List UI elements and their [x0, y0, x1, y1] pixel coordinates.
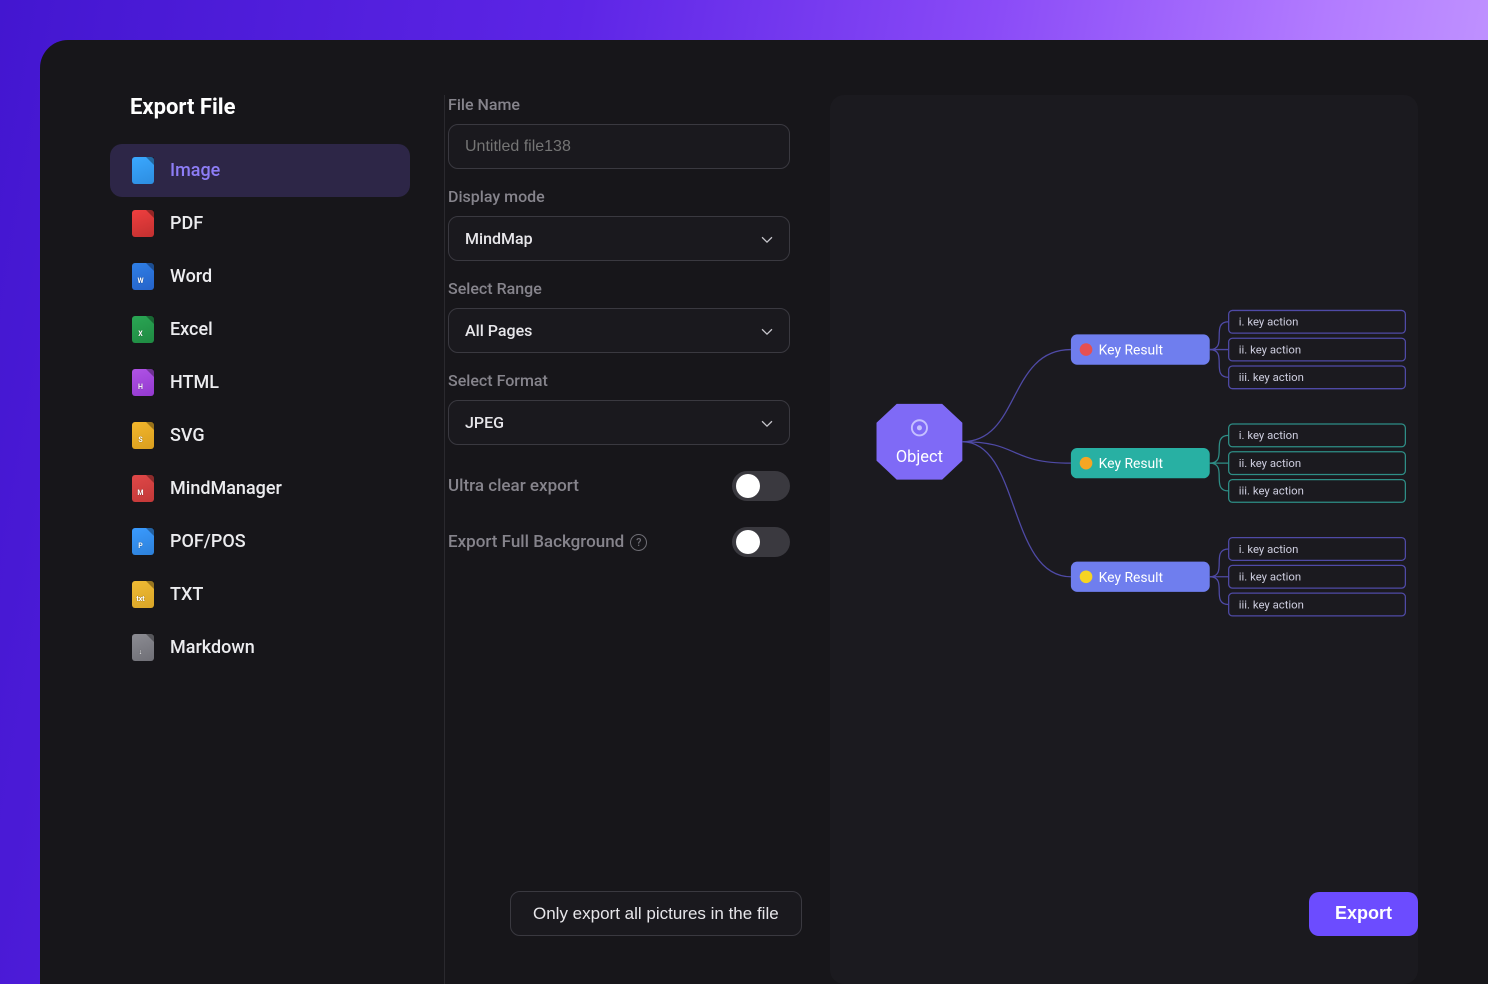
- sidebar-item-label: PDF: [170, 213, 203, 234]
- sidebar-item-label: Word: [170, 266, 212, 287]
- chevron-down-icon: [761, 325, 773, 337]
- export-dialog: Export File Image PDF W Word X Excel H HTML S SVG…: [40, 40, 1488, 984]
- sidebar-item-pdf[interactable]: PDF: [110, 197, 410, 250]
- select-range-label: Select Range: [448, 279, 790, 298]
- sidebar-item-svg[interactable]: S SVG: [110, 409, 410, 462]
- sidebar-item-word[interactable]: W Word: [110, 250, 410, 303]
- svg-text:i. key action: i. key action: [1239, 315, 1299, 329]
- file-icon: M: [132, 475, 154, 502]
- select-format-label: Select Format: [448, 371, 790, 390]
- svg-text:ii. key action: ii. key action: [1239, 342, 1301, 356]
- sidebar-item-html[interactable]: H HTML: [110, 356, 410, 409]
- export-background-row: Export Full Background ?: [448, 527, 790, 557]
- mindmap-preview: Object Key Result i. key action ii. key act…: [850, 265, 1418, 635]
- sidebar-item-label: TXT: [170, 584, 203, 605]
- display-mode-group: Display mode MindMap: [448, 187, 790, 261]
- ultra-clear-toggle[interactable]: [732, 471, 790, 501]
- sidebar-item-image[interactable]: Image: [110, 144, 410, 197]
- sidebar-item-excel[interactable]: X Excel: [110, 303, 410, 356]
- select-format-group: Select Format JPEG: [448, 371, 790, 445]
- preview-panel: Object Key Result i. key action ii. key act…: [830, 95, 1418, 984]
- select-range-group: Select Range All Pages: [448, 279, 790, 353]
- svg-text:iii. key action: iii. key action: [1239, 484, 1304, 498]
- form-column: File Name Display mode MindMap Select Ra…: [448, 95, 790, 984]
- sidebar: Export File Image PDF W Word X Excel H HTML S SVG…: [110, 95, 410, 984]
- chevron-down-icon: [761, 417, 773, 429]
- vertical-divider: [444, 95, 445, 984]
- file-icon: W: [132, 263, 154, 290]
- export-background-label: Export Full Background ?: [448, 532, 647, 552]
- ultra-clear-label: Ultra clear export: [448, 476, 579, 496]
- svg-text:i. key action: i. key action: [1239, 428, 1299, 442]
- export-background-text: Export Full Background: [448, 532, 624, 552]
- sidebar-item-pof-pos[interactable]: P POF/POS: [110, 515, 410, 568]
- export-button[interactable]: Export: [1309, 892, 1418, 936]
- sidebar-item-label: Markdown: [170, 637, 255, 658]
- svg-text:ii. key action: ii. key action: [1239, 570, 1301, 584]
- svg-text:iii. key action: iii. key action: [1239, 597, 1304, 611]
- display-mode-label: Display mode: [448, 187, 790, 206]
- chevron-down-icon: [761, 233, 773, 245]
- select-format-value: JPEG: [465, 413, 504, 432]
- select-range-select[interactable]: All Pages: [448, 308, 790, 353]
- svg-text:Key Result: Key Result: [1099, 456, 1164, 472]
- sidebar-item-label: MindManager: [170, 478, 282, 499]
- sidebar-item-label: POF/POS: [170, 531, 246, 552]
- svg-text:Key Result: Key Result: [1099, 570, 1164, 586]
- file-icon: ↓: [132, 634, 154, 661]
- help-icon[interactable]: ?: [630, 534, 647, 551]
- sidebar-item-txt[interactable]: txt TXT: [110, 568, 410, 621]
- only-export-pictures-button[interactable]: Only export all pictures in the file: [510, 891, 802, 936]
- svg-text:iii. key action: iii. key action: [1239, 370, 1304, 384]
- select-format-select[interactable]: JPEG: [448, 400, 790, 445]
- sidebar-item-label: SVG: [170, 425, 205, 446]
- file-name-group: File Name: [448, 95, 790, 169]
- svg-text:ii. key action: ii. key action: [1239, 456, 1301, 470]
- dialog-title: Export File: [110, 95, 410, 144]
- select-range-value: All Pages: [465, 321, 532, 340]
- file-icon: S: [132, 422, 154, 449]
- file-icon: txt: [132, 581, 154, 608]
- file-icon: P: [132, 528, 154, 555]
- main-panel: File Name Display mode MindMap Select Ra…: [410, 95, 1418, 984]
- toggle-knob: [736, 530, 760, 554]
- sidebar-item-mindmanager[interactable]: M MindManager: [110, 462, 410, 515]
- ultra-clear-row: Ultra clear export: [448, 471, 790, 501]
- svg-text:i. key action: i. key action: [1239, 542, 1299, 556]
- toggle-knob: [736, 474, 760, 498]
- file-icon: X: [132, 316, 154, 343]
- file-icon: [132, 210, 154, 237]
- file-icon: [132, 157, 154, 184]
- sidebar-item-label: Image: [170, 160, 220, 181]
- export-background-toggle[interactable]: [732, 527, 790, 557]
- sidebar-item-label: HTML: [170, 372, 219, 393]
- sidebar-item-label: Excel: [170, 319, 213, 340]
- svg-text:Key Result: Key Result: [1099, 343, 1164, 359]
- sidebar-list: Image PDF W Word X Excel H HTML S SVG M MindManager…: [110, 144, 410, 674]
- display-mode-select[interactable]: MindMap: [448, 216, 790, 261]
- footer: Only export all pictures in the file Exp…: [510, 891, 1418, 936]
- file-icon: H: [132, 369, 154, 396]
- display-mode-value: MindMap: [465, 229, 533, 248]
- file-name-label: File Name: [448, 95, 790, 114]
- sidebar-item-markdown[interactable]: ↓ Markdown: [110, 621, 410, 674]
- svg-text:Object: Object: [896, 448, 943, 467]
- file-name-input[interactable]: [448, 124, 790, 169]
